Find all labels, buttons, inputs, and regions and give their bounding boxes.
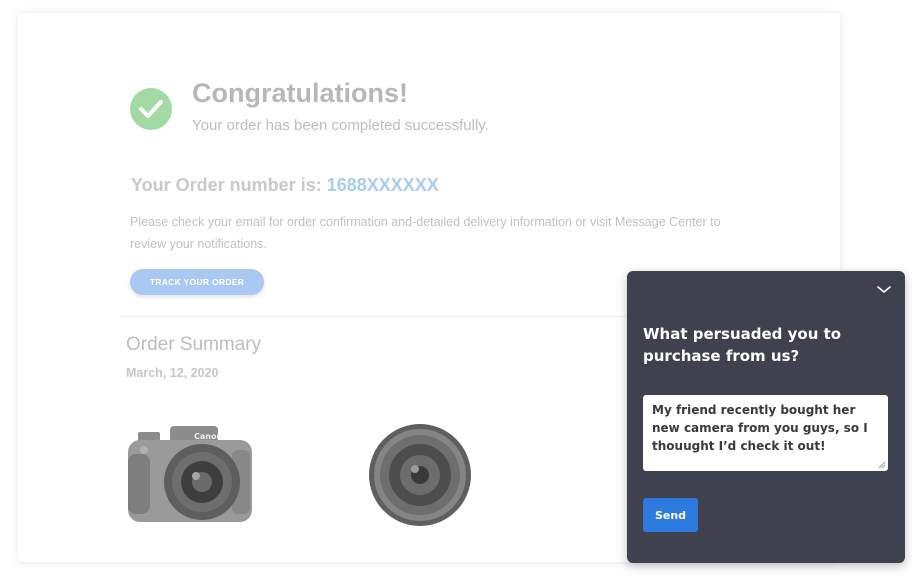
send-button[interactable]: Send (643, 498, 698, 532)
product-lens-image (366, 422, 474, 528)
success-check-icon (130, 88, 172, 130)
order-summary-title: Order Summary (126, 334, 262, 355)
order-number: 1688XXXXXX (326, 175, 439, 195)
order-number-label: Your Order number is: (131, 175, 322, 195)
product-camera-image: Canon (124, 420, 256, 528)
purchase-survey-widget: What persuaded you to purchase from us? … (627, 271, 905, 563)
resize-handle-icon[interactable] (878, 461, 886, 469)
survey-question: What persuaded you to purchase from us? (643, 325, 842, 365)
order-number-line: Your Order number is: 1688XXXXXX (131, 175, 439, 196)
camera-brand-text: Canon (194, 432, 222, 441)
completion-subtitle: Your order has been completed successful… (192, 117, 489, 134)
congratulations-title: Congratulations! (192, 78, 408, 108)
order-date: March, 12, 2020 (126, 366, 219, 380)
info-text: Please check your email for order confir… (130, 215, 721, 251)
track-order-button[interactable]: TRACK YOUR ORDER (130, 269, 264, 295)
chevron-down-icon[interactable] (875, 283, 893, 297)
divider (120, 316, 640, 317)
survey-answer-field[interactable]: My friend recently bought her new camera… (643, 395, 888, 471)
